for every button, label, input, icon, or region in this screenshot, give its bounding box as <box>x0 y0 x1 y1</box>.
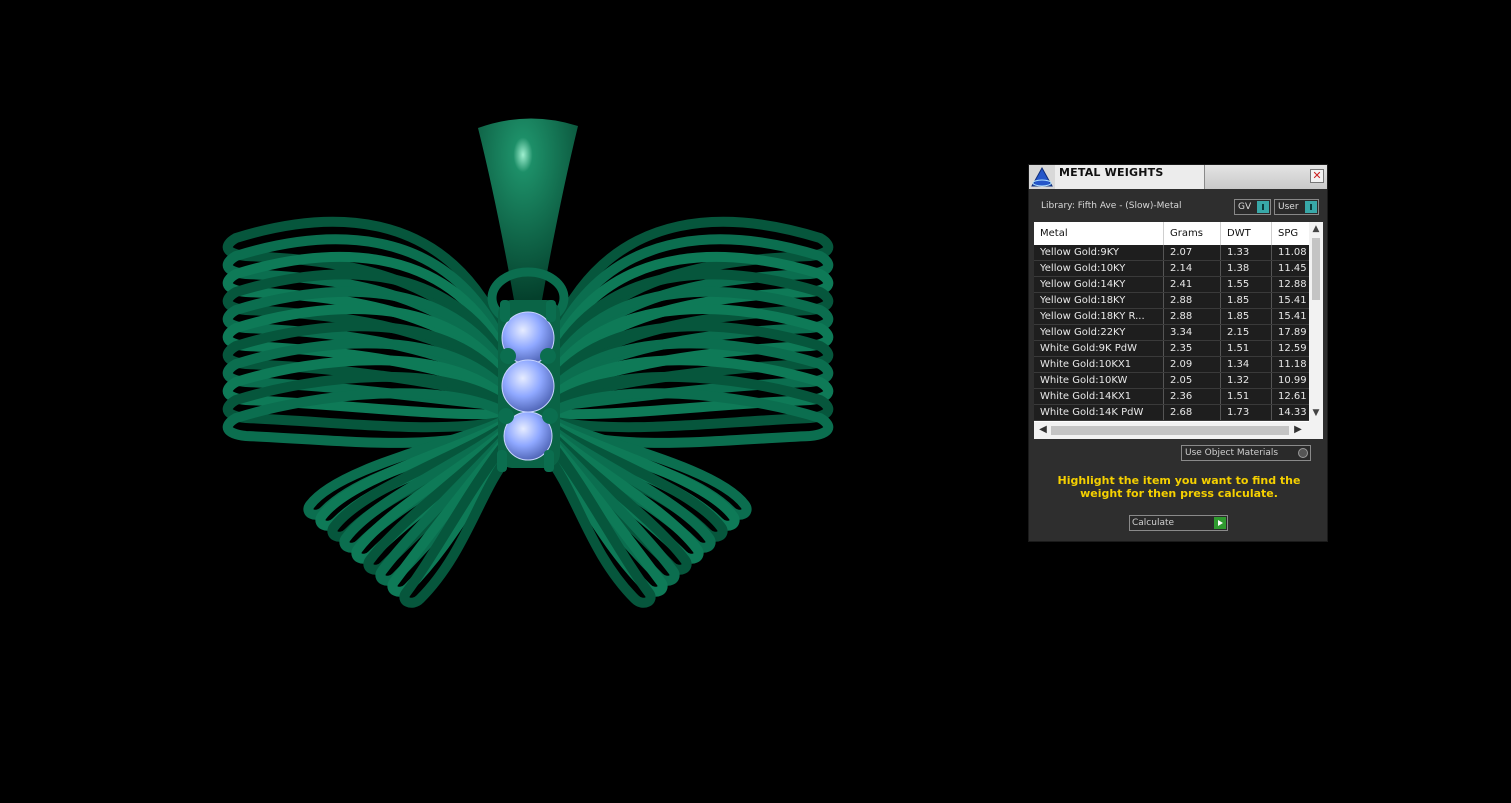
dwt-cell: 1.51 <box>1221 341 1272 356</box>
grams-cell: 2.88 <box>1164 309 1221 324</box>
spg-cell: 11.18 <box>1278 359 1307 370</box>
dwt-cell: 1.85 <box>1221 309 1272 324</box>
table-row[interactable]: Yellow Gold:18KY 2.88 1.85 15.41 <box>1034 293 1309 309</box>
column-header-metal[interactable]: Metal <box>1034 222 1164 245</box>
use-object-materials-toggle[interactable]: Use Object Materials <box>1181 445 1311 461</box>
panel-titlebar[interactable]: METAL WEIGHTS ✕ <box>1029 165 1327 189</box>
spg-cell: 11.08 <box>1278 247 1307 258</box>
instruction-text: Highlight the item you want to find the … <box>1057 474 1301 500</box>
left-wing-wires <box>222 216 505 448</box>
metal-weights-panel: METAL WEIGHTS ✕ Library: Fifth Ave - (Sl… <box>1028 164 1328 542</box>
table-row[interactable]: White Gold:9K PdW 2.35 1.51 12.59 <box>1034 341 1309 357</box>
column-header-dwt[interactable]: DWT <box>1221 222 1272 245</box>
spg-cell: 11.45 <box>1278 263 1307 274</box>
table-row[interactable]: Yellow Gold:22KY 3.34 2.15 17.89 <box>1034 325 1309 341</box>
dwt-cell: 1.32 <box>1221 373 1272 388</box>
dwt-cell: 1.38 <box>1221 261 1272 276</box>
close-button[interactable]: ✕ <box>1310 169 1324 183</box>
panel-title: METAL WEIGHTS <box>1059 166 1164 179</box>
spg-cell: 15.41 <box>1278 311 1307 322</box>
spg-cell: 17.89 <box>1278 327 1307 338</box>
dwt-cell: 1.73 <box>1221 405 1272 420</box>
table-row[interactable]: Yellow Gold:14KY 2.41 1.55 12.88 <box>1034 277 1309 293</box>
gemstone-middle <box>501 359 555 413</box>
scroll-down-icon[interactable]: ▼ <box>1309 408 1323 420</box>
dwt-cell: 1.34 <box>1221 357 1272 372</box>
scroll-up-icon[interactable]: ▲ <box>1309 224 1323 236</box>
vertical-scrollbar[interactable]: ▲ ▼ <box>1309 222 1323 422</box>
butterfly-pendant-model[interactable] <box>222 118 834 608</box>
table-row[interactable]: White Gold:10KX1 2.09 1.34 11.18 <box>1034 357 1309 373</box>
grams-cell: 2.68 <box>1164 405 1221 420</box>
vertical-scroll-thumb[interactable] <box>1312 238 1320 300</box>
gv-toggle-label: GV <box>1238 202 1252 212</box>
grams-cell: 2.09 <box>1164 357 1221 372</box>
metal-cell: Yellow Gold:18KY R... <box>1034 309 1164 324</box>
calculate-button[interactable]: Calculate <box>1129 515 1228 531</box>
user-toggle-icon <box>1305 201 1317 213</box>
horizontal-scroll-thumb[interactable] <box>1051 426 1289 435</box>
use-object-materials-label: Use Object Materials <box>1185 448 1279 458</box>
grams-cell: 2.14 <box>1164 261 1221 276</box>
table-row[interactable]: Yellow Gold:9KY 2.07 1.33 11.08 <box>1034 245 1309 261</box>
grams-cell: 2.35 <box>1164 341 1221 356</box>
metal-cell: Yellow Gold:14KY <box>1034 277 1164 292</box>
metal-cell: Yellow Gold:9KY <box>1034 245 1164 260</box>
table-rows: Yellow Gold:9KY 2.07 1.33 11.08 Yellow Gold:… <box>1034 245 1309 421</box>
table-row[interactable]: White Gold:14KX1 2.36 1.51 12.61 <box>1034 389 1309 405</box>
table-header: Metal Grams DWT SPG <box>1034 222 1309 245</box>
column-header-spg[interactable]: SPG <box>1272 222 1312 245</box>
dwt-cell: 1.55 <box>1221 277 1272 292</box>
horizontal-scrollbar[interactable]: ◀ ▶ <box>1034 422 1323 439</box>
metal-cell: Yellow Gold:22KY <box>1034 325 1164 340</box>
grams-cell: 2.88 <box>1164 293 1221 308</box>
spg-cell: 12.88 <box>1278 279 1307 290</box>
right-wing-wires <box>551 216 834 448</box>
table-row[interactable]: White Gold:14K PdW 2.68 1.73 14.33 <box>1034 405 1309 421</box>
spg-cell: 14.33 <box>1278 407 1307 418</box>
grams-cell: 2.05 <box>1164 373 1221 388</box>
user-toggle[interactable]: User <box>1274 199 1319 215</box>
spg-cell: 12.59 <box>1278 343 1307 354</box>
metal-cell: White Gold:14K PdW <box>1034 405 1164 420</box>
metal-cell: White Gold:9K PdW <box>1034 341 1164 356</box>
app-logo-icon <box>1029 165 1055 189</box>
table-row[interactable]: Yellow Gold:10KY 2.14 1.38 11.45 <box>1034 261 1309 277</box>
library-label: Library: Fifth Ave - (Slow)-Metal <box>1041 201 1182 211</box>
column-header-grams[interactable]: Grams <box>1164 222 1221 245</box>
play-arrow-icon <box>1214 517 1226 529</box>
grams-cell: 2.36 <box>1164 389 1221 404</box>
table-row[interactable]: Yellow Gold:18KY R... 2.88 1.85 15.41 <box>1034 309 1309 325</box>
scroll-right-icon[interactable]: ▶ <box>1292 424 1304 437</box>
metal-weights-table: Metal Grams DWT SPG Yellow Gold:9KY 2.07 1… <box>1034 222 1323 439</box>
metal-cell: White Gold:10KX1 <box>1034 357 1164 372</box>
grams-cell: 2.07 <box>1164 245 1221 260</box>
dwt-cell: 1.33 <box>1221 245 1272 260</box>
dwt-cell: 1.85 <box>1221 293 1272 308</box>
spg-cell: 10.99 <box>1278 375 1307 386</box>
panel-title-tab: METAL WEIGHTS <box>1055 165 1205 189</box>
radio-dot-icon <box>1298 448 1308 458</box>
gv-toggle[interactable]: GV <box>1234 199 1271 215</box>
dwt-cell: 1.51 <box>1221 389 1272 404</box>
spg-cell: 15.41 <box>1278 295 1307 306</box>
grams-cell: 3.34 <box>1164 325 1221 340</box>
dwt-cell: 2.15 <box>1221 325 1272 340</box>
scroll-left-icon[interactable]: ◀ <box>1037 424 1049 437</box>
user-toggle-label: User <box>1278 202 1299 212</box>
calculate-label: Calculate <box>1132 518 1175 528</box>
table-row[interactable]: White Gold:10KW 2.05 1.32 10.99 <box>1034 373 1309 389</box>
metal-cell: White Gold:10KW <box>1034 373 1164 388</box>
gv-toggle-icon <box>1257 201 1269 213</box>
grams-cell: 2.41 <box>1164 277 1221 292</box>
metal-cell: Yellow Gold:10KY <box>1034 261 1164 276</box>
spg-cell: 12.61 <box>1278 391 1307 402</box>
metal-cell: Yellow Gold:18KY <box>1034 293 1164 308</box>
metal-cell: White Gold:14KX1 <box>1034 389 1164 404</box>
